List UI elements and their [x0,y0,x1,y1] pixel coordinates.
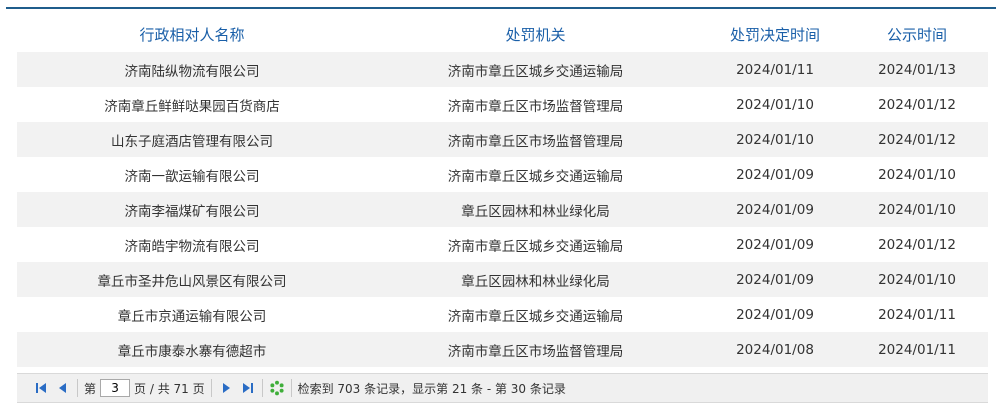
cell-publish-date: 2024/01/11 [846,332,988,367]
cell-decision-date: 2024/01/10 [704,87,846,122]
cell-party-name[interactable]: 章丘市京通运输有限公司 [17,297,367,332]
next-page-icon [222,383,230,393]
cell-authority: 济南市章丘区城乡交通运输局 [367,157,704,192]
table-row[interactable]: 济南一歆运输有限公司 济南市章丘区城乡交通运输局 2024/01/09 2024… [17,157,988,192]
cell-party-name[interactable]: 章丘市康泰水寨有德超市 [17,332,367,367]
cell-authority: 济南市章丘区市场监督管理局 [367,87,704,122]
page-total-label: 页 / 共 71 页 [134,381,205,396]
refresh-button[interactable] [269,380,285,396]
page-root: 行政相对人名称 处罚机关 处罚决定时间 公示时间 济南陆纵物流有限公司 济南市章… [0,0,1002,414]
cell-authority: 济南市章丘区市场监督管理局 [367,122,704,157]
next-page-button[interactable] [218,380,234,396]
cell-authority: 济南市章丘区城乡交通运输局 [367,227,704,262]
penalty-table: 行政相对人名称 处罚机关 处罚决定时间 公示时间 济南陆纵物流有限公司 济南市章… [17,16,988,367]
table-row[interactable]: 章丘市圣井危山风景区有限公司 章丘区园林和林业绿化局 2024/01/09 20… [17,262,988,297]
cell-decision-date: 2024/01/10 [704,122,846,157]
cell-publish-date: 2024/01/11 [846,297,988,332]
cell-decision-date: 2024/01/08 [704,332,846,367]
table-row[interactable]: 山东子庭酒店管理有限公司 济南市章丘区市场监督管理局 2024/01/10 20… [17,122,988,157]
cell-authority: 济南市章丘区城乡交通运输局 [367,52,704,87]
table-row[interactable]: 济南皓宇物流有限公司 济南市章丘区城乡交通运输局 2024/01/09 2024… [17,227,988,262]
table-header-row: 行政相对人名称 处罚机关 处罚决定时间 公示时间 [17,16,988,52]
pager-separator [261,379,263,397]
cell-decision-date: 2024/01/11 [704,52,846,87]
header-publish-date: 公示时间 [886,25,947,44]
cell-publish-date: 2024/01/10 [846,192,988,227]
last-page-button[interactable] [240,380,256,396]
cell-publish-date: 2024/01/12 [846,87,988,122]
last-page-icon [242,383,253,393]
cell-party-name[interactable]: 济南一歆运输有限公司 [17,157,367,192]
cell-party-name[interactable]: 章丘市圣井危山风景区有限公司 [17,262,367,297]
refresh-icon [270,380,284,396]
page-number-input[interactable] [100,379,131,397]
cell-decision-date: 2024/01/09 [704,157,846,192]
header-decision-date: 处罚决定时间 [729,25,820,44]
cell-party-name[interactable]: 济南李福煤矿有限公司 [17,192,367,227]
table-row[interactable]: 济南李福煤矿有限公司 章丘区园林和林业绿化局 2024/01/09 2024/0… [17,192,988,227]
pager-separator [290,379,292,397]
table-row[interactable]: 章丘市康泰水寨有德超市 济南市章丘区市场监督管理局 2024/01/08 202… [17,332,988,367]
table-row[interactable]: 济南章丘鲜鲜哒果园百货商店 济南市章丘区市场监督管理局 2024/01/10 2… [17,87,988,122]
cell-party-name[interactable]: 济南陆纵物流有限公司 [17,52,367,87]
table-row[interactable]: 济南陆纵物流有限公司 济南市章丘区城乡交通运输局 2024/01/11 2024… [17,52,988,87]
cell-authority: 章丘区园林和林业绿化局 [367,262,704,297]
record-summary: 检索到 703 条记录，显示第 21 条 - 第 30 条记录 [297,381,566,396]
cell-decision-date: 2024/01/09 [704,262,846,297]
table-row[interactable]: 章丘市京通运输有限公司 济南市章丘区城乡交通运输局 2024/01/09 202… [17,297,988,332]
cell-party-name[interactable]: 山东子庭酒店管理有限公司 [17,122,367,157]
cell-decision-date: 2024/01/09 [704,297,846,332]
cell-publish-date: 2024/01/10 [846,262,988,297]
cell-publish-date: 2024/01/12 [846,227,988,262]
prev-page-icon [59,383,66,393]
pagination-bar: 第 页 / 共 71 页 [17,373,988,403]
pager-separator [210,379,212,397]
header-party-name: 行政相对人名称 [139,25,245,44]
cell-publish-date: 2024/01/12 [846,122,988,157]
cell-authority: 济南市章丘区市场监督管理局 [367,332,704,367]
first-page-button[interactable] [33,380,49,396]
cell-publish-date: 2024/01/13 [846,52,988,87]
cell-authority: 章丘区园林和林业绿化局 [367,192,704,227]
cell-party-name[interactable]: 济南章丘鲜鲜哒果园百货商店 [17,87,367,122]
cell-publish-date: 2024/01/10 [846,157,988,192]
first-page-icon [36,383,46,393]
header-authority: 处罚机关 [505,25,566,44]
page-prefix-label: 第 [84,381,97,396]
top-border-line [6,7,996,9]
cell-party-name[interactable]: 济南皓宇物流有限公司 [17,227,367,262]
prev-page-button[interactable] [55,380,71,396]
pager-separator [77,379,78,397]
cell-decision-date: 2024/01/09 [704,227,846,262]
cell-decision-date: 2024/01/09 [704,192,846,227]
cell-authority: 济南市章丘区城乡交通运输局 [367,297,704,332]
